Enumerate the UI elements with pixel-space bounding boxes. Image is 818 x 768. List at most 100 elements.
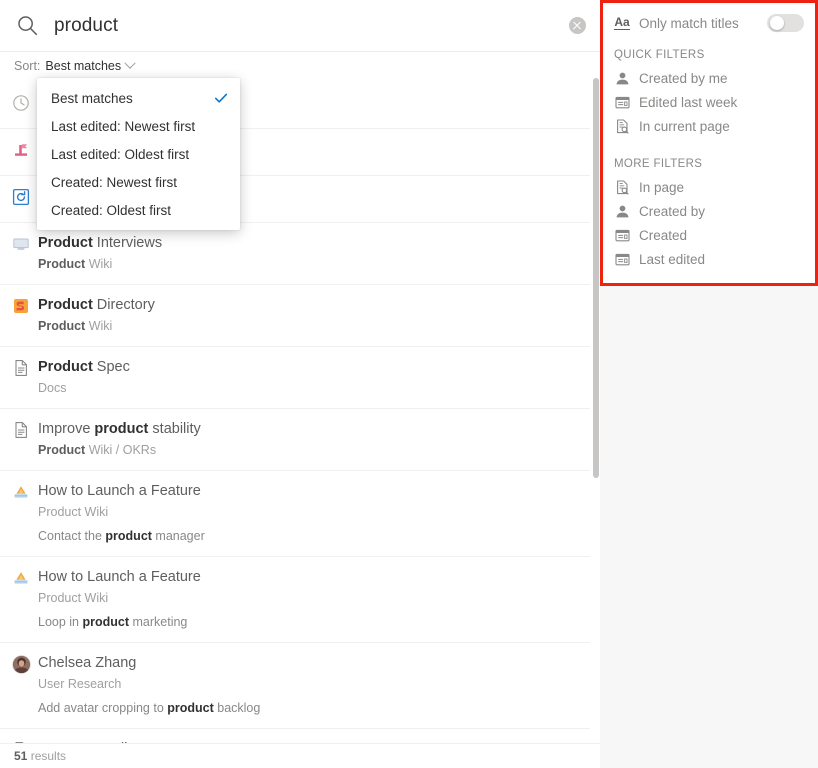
sort-bar: Sort: Best matches xyxy=(0,52,600,80)
result-snippet: Contact the product manager xyxy=(38,529,205,543)
result-row[interactable]: Product Directory Product Wiki xyxy=(0,285,600,347)
search-results-screen: Sort: Best matches Quarterly RoadmapLaun… xyxy=(0,0,818,768)
clock-icon xyxy=(12,94,38,116)
result-row-body: Improve product stability Product Wiki / … xyxy=(38,420,582,459)
page-search-icon xyxy=(614,118,630,134)
result-title: Chelsea Zhang xyxy=(38,655,137,671)
results-count-number: 51 xyxy=(14,749,28,763)
result-title: Product Directory xyxy=(38,297,155,313)
check-icon-empty xyxy=(214,147,228,161)
result-title: How to Launch a Feature xyxy=(38,569,201,585)
document-icon xyxy=(12,421,38,443)
document-icon xyxy=(12,359,38,381)
sort-option[interactable]: Created: Newest first xyxy=(37,168,240,196)
person-icon xyxy=(614,203,630,219)
blue-sync-icon xyxy=(12,188,38,210)
sort-option-label: Best matches xyxy=(51,90,133,106)
result-breadcrumb: Product Wiki xyxy=(38,319,113,333)
clear-search-button[interactable] xyxy=(554,0,600,52)
aa-text-icon: Aa xyxy=(614,15,630,30)
result-snippet: Loop in product marketing xyxy=(38,615,188,629)
only-match-titles-label: Only match titles xyxy=(639,15,739,31)
filter-item-label: In page xyxy=(639,179,685,195)
sort-option-label: Created: Oldest first xyxy=(51,202,172,218)
sort-label: Sort: xyxy=(14,59,41,73)
sort-selected-value: Best matches xyxy=(45,59,122,73)
result-row[interactable]: How to Launch a Feature Product Wiki Loop … xyxy=(0,557,600,643)
page-search-icon xyxy=(614,179,630,195)
result-row-body: Chelsea Zhang User Research Add avatar cro… xyxy=(38,654,582,717)
sort-option-label: Last edited: Oldest first xyxy=(51,146,190,162)
sort-option[interactable]: Last edited: Oldest first xyxy=(37,140,240,168)
close-icon xyxy=(568,17,586,34)
calendar-icon xyxy=(614,251,630,267)
chevron-down-icon xyxy=(124,57,136,69)
sort-dropdown-button[interactable]: Best matches xyxy=(45,57,136,73)
only-match-titles-toggle[interactable] xyxy=(767,14,804,32)
sort-option-label: Created: Newest first xyxy=(51,174,178,190)
result-row[interactable]: How to Launch a Feature Product Wiki Conta… xyxy=(0,471,600,557)
monitor-icon xyxy=(12,235,38,257)
toggle-knob xyxy=(769,16,784,30)
mountain-icon xyxy=(12,569,38,591)
filter-item-label: Created xyxy=(639,227,688,243)
result-breadcrumb: User Research xyxy=(38,677,122,691)
sort-option[interactable]: Last edited: Newest first xyxy=(37,112,240,140)
result-row-body: Product Directory Product Wiki xyxy=(38,296,582,335)
mountain-icon xyxy=(12,483,38,505)
filter-item-label: Last edited xyxy=(639,251,706,267)
more-filters-heading: MORE FILTERS xyxy=(614,158,703,170)
results-count: 51 results xyxy=(0,743,600,768)
filter-item-created[interactable]: Created xyxy=(600,223,818,247)
result-row[interactable]: Improve product stability Product Wiki / … xyxy=(0,409,600,471)
search-icon xyxy=(0,15,54,36)
result-row-body: How to Launch a Feature Product Wiki Loop … xyxy=(38,568,582,631)
filter-item-in-page[interactable]: In page xyxy=(600,175,818,199)
result-breadcrumb: Product Wiki xyxy=(38,257,113,271)
quick-filters-heading: QUICK FILTERS xyxy=(614,49,705,61)
sort-option-label: Last edited: Newest first xyxy=(51,118,196,134)
check-icon-empty xyxy=(214,175,228,189)
quick-filters-list: Created by me Edited last week In current … xyxy=(600,66,818,138)
more-filters-list: In page Created by Created Last edited xyxy=(600,175,818,271)
search-bar xyxy=(0,0,600,52)
filter-item-label: In current page xyxy=(639,118,730,134)
filter-item-label: Edited last week xyxy=(639,94,738,110)
orange-directory-icon xyxy=(12,297,38,319)
results-scrollbar-thumb[interactable] xyxy=(593,78,599,478)
result-title: Product Spec xyxy=(38,359,130,375)
filter-item-edited-last-week[interactable]: Edited last week xyxy=(600,90,818,114)
result-snippet: Add avatar cropping to product backlog xyxy=(38,701,261,715)
result-row-body: How to Launch a Feature Product Wiki Conta… xyxy=(38,482,582,545)
sort-option[interactable]: Created: Oldest first xyxy=(37,196,240,224)
result-breadcrumb: Product Wiki xyxy=(38,505,109,519)
results-count-suffix: results xyxy=(27,749,67,763)
result-title: How to Launch a Feature xyxy=(38,483,201,499)
check-icon-empty xyxy=(214,119,228,133)
check-icon-empty xyxy=(214,203,228,217)
filter-item-label: Created by me xyxy=(639,70,728,86)
filter-item-last-edited[interactable]: Last edited xyxy=(600,247,818,271)
result-title: Product Interviews xyxy=(38,235,163,251)
filter-item-created-by-me[interactable]: Created by me xyxy=(600,66,818,90)
filter-item-label: Created by xyxy=(639,203,706,219)
pink-tool-icon xyxy=(12,141,38,163)
filters-panel: Aa Only match titles QUICK FILTERS Creat… xyxy=(600,0,818,286)
filter-item-created-by[interactable]: Created by xyxy=(600,199,818,223)
result-row[interactable]: Product Spec Docs xyxy=(0,347,600,409)
check-icon xyxy=(214,91,228,105)
filters-pane: Aa Only match titles QUICK FILTERS Creat… xyxy=(600,0,818,768)
filter-item-in-current-page[interactable]: In current page xyxy=(600,114,818,138)
sort-options-menu[interactable]: Best matches Last edited: Newest first Las… xyxy=(37,78,240,230)
calendar-icon xyxy=(614,227,630,243)
result-breadcrumb: Product Wiki xyxy=(38,591,109,605)
result-title: Improve product stability xyxy=(38,421,201,437)
result-row[interactable]: Product Interviews Product Wiki xyxy=(0,223,600,285)
result-row-body: Product Spec Docs xyxy=(38,358,582,397)
only-match-titles-row[interactable]: Aa Only match titles xyxy=(600,8,818,38)
result-breadcrumb: Docs xyxy=(38,381,67,395)
result-row[interactable]: Chelsea Zhang User Research Add avatar cro… xyxy=(0,643,600,729)
search-input[interactable] xyxy=(54,14,554,37)
result-breadcrumb: Product Wiki / OKRs xyxy=(38,443,157,457)
sort-option[interactable]: Best matches xyxy=(37,84,240,112)
